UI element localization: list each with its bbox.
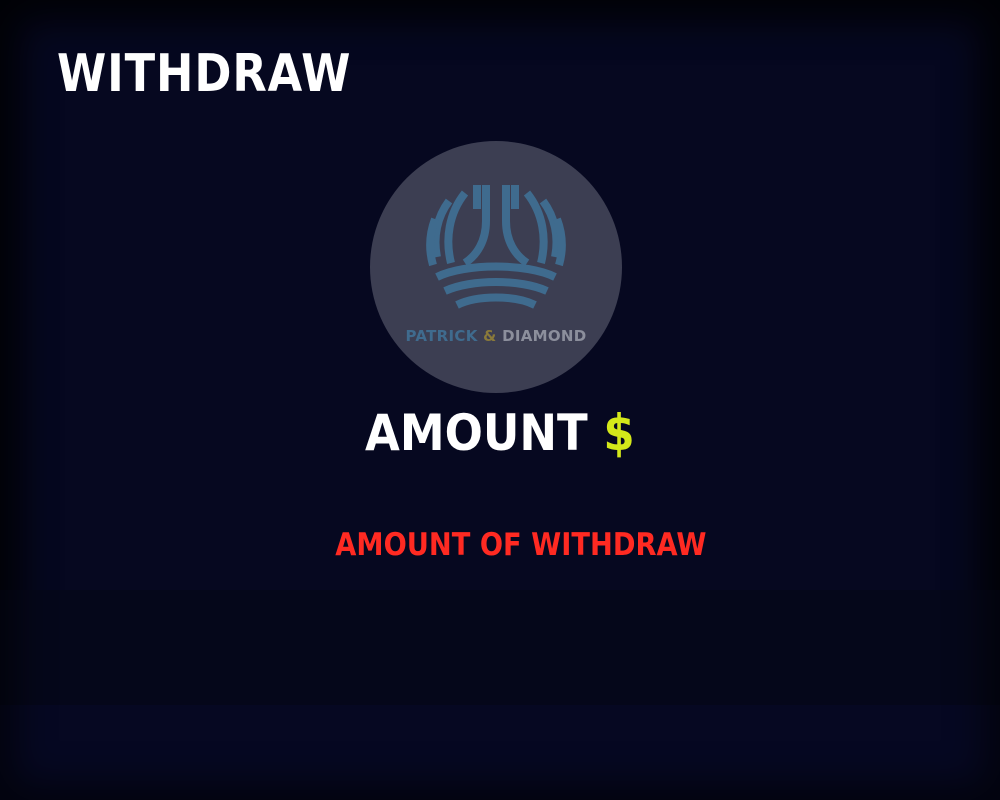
amount-heading: AMOUNT $ xyxy=(0,408,1000,458)
amount-input-placeholder[interactable]: AMOUNT OF WITHDRAW xyxy=(0,530,1000,561)
brand-name-part-2: DIAMOND xyxy=(502,327,587,345)
brand-name-part-1: PATRICK xyxy=(405,327,478,345)
brand-name-ampersand: & xyxy=(483,327,497,345)
brand-logo: PATRICK & DIAMOND xyxy=(370,141,622,393)
currency-symbol: $ xyxy=(603,404,635,462)
amount-label: AMOUNT xyxy=(365,404,588,462)
withdraw-screen: WITHDRAW PATRICK & DIAMOND AMOUNT $ AMOU… xyxy=(0,0,1000,800)
amount-hint-text: AMOUNT OF WITHDRAW xyxy=(335,527,707,563)
bottom-panel xyxy=(0,705,1000,800)
page-title: WITHDRAW xyxy=(57,44,352,104)
brand-name: PATRICK & DIAMOND xyxy=(370,327,622,345)
patrick-diamond-logo-icon xyxy=(426,185,566,309)
